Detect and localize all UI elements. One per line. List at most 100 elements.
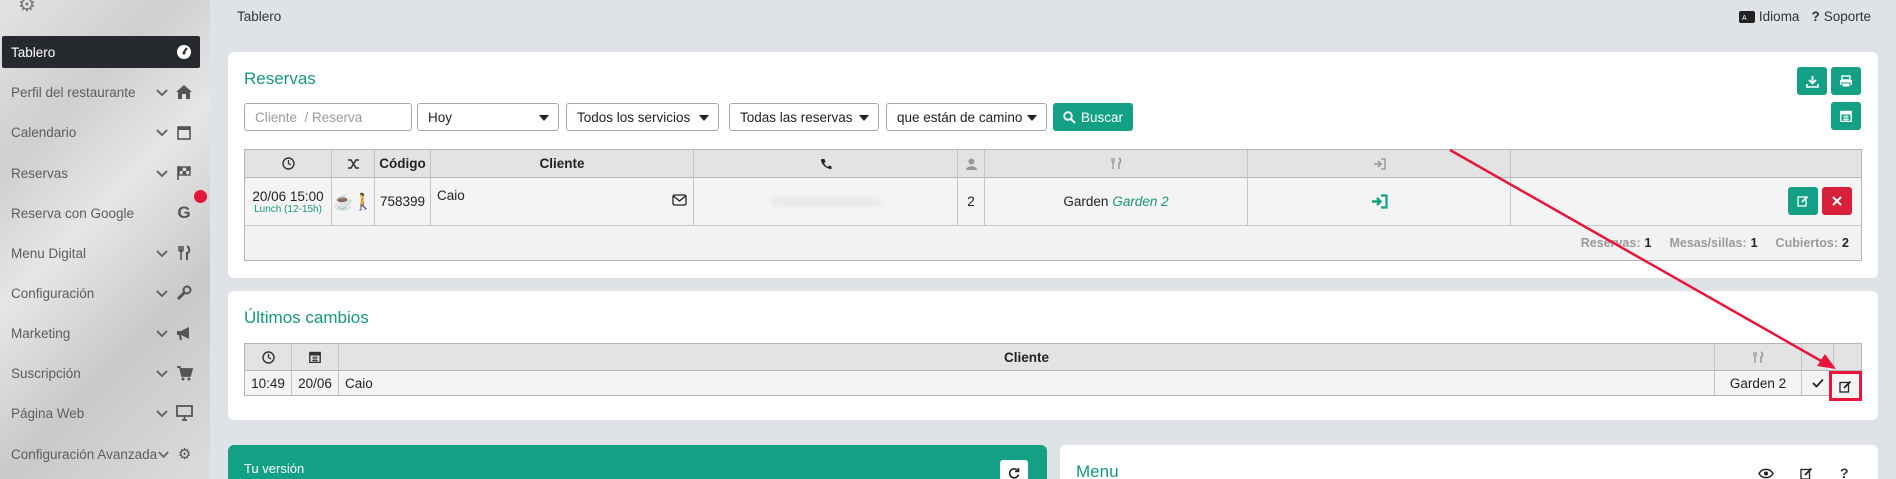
header-time — [245, 344, 292, 371]
header-table — [1715, 344, 1802, 371]
version-card: Tu versión — [228, 445, 1047, 479]
sidebar-item-label: Suscripción — [11, 365, 81, 381]
clock-icon — [261, 350, 275, 364]
date-select-value: Hoy — [428, 109, 453, 125]
summary-cubiertos-value: 2 — [1842, 236, 1849, 250]
google-icon: G — [177, 203, 191, 222]
utensils-icon — [1111, 157, 1122, 169]
language-link[interactable]: A Idioma — [1738, 9, 1800, 24]
language-label: Idioma — [1758, 9, 1800, 24]
delete-reservation-button[interactable] — [1822, 187, 1852, 215]
sidebar-item-calendario[interactable]: Calendario — [2, 116, 200, 148]
sidebar-item-label: Reserva con Google — [11, 205, 135, 221]
sidebar-item-perfil[interactable]: Perfil del restaurante — [2, 76, 200, 108]
support-label: Soporte — [1823, 9, 1871, 24]
home-icon — [175, 83, 193, 101]
edit-icon[interactable] — [1800, 467, 1813, 479]
download-button[interactable] — [1797, 67, 1827, 95]
edit-reservation-button[interactable] — [1788, 187, 1818, 215]
change-date: 20/06 — [292, 371, 339, 395]
sidebar-item-configuracion[interactable]: Configuración — [2, 277, 200, 309]
sidebar: ⚙ Tablero Perfil del restaurante Calenda… — [0, 0, 210, 479]
chevron-down-icon — [156, 129, 168, 137]
header-people — [958, 150, 985, 178]
cell-datetime: 20/06 15:00 Lunch (12-15h) — [245, 178, 332, 226]
sidebar-item-suscripcion[interactable]: Suscripción — [2, 357, 200, 389]
sidebar-item-marketing[interactable]: Marketing — [2, 317, 200, 349]
table-name: Garden — [1063, 194, 1109, 209]
cell-actions — [1511, 178, 1861, 226]
client-name: Caio — [437, 188, 465, 203]
calendar-button[interactable] — [1831, 102, 1861, 130]
download-icon — [1805, 75, 1819, 88]
header-checkin — [1248, 150, 1511, 178]
reservations-select[interactable]: Todas las reservas — [729, 103, 879, 131]
sidebar-item-reservas[interactable]: Reservas — [2, 157, 200, 189]
sidebar-item-label: Marketing — [11, 325, 71, 341]
cell-phone — [694, 178, 958, 226]
sidebar-item-label: Configuración — [11, 285, 95, 301]
reservas-title: Reservas — [244, 69, 316, 88]
reservations-select-value: Todas las reservas — [740, 109, 853, 125]
summary-cubiertos-label: Cubiertos: — [1775, 236, 1839, 250]
utensils-icon — [1753, 350, 1764, 363]
change-client: Caio — [339, 371, 1715, 395]
sidebar-item-tablero[interactable]: Tablero — [2, 36, 200, 68]
chevron-down-icon — [156, 410, 168, 418]
sidebar-item-label: Tablero — [11, 44, 56, 60]
chevron-down-icon — [156, 290, 168, 298]
check-icon — [1811, 378, 1824, 388]
language-icon: A — [1738, 10, 1755, 23]
sidebar-item-pagina-web[interactable]: Página Web — [2, 397, 200, 429]
sidebar-item-label: Perfil del restaurante — [11, 84, 136, 100]
chevron-down-icon — [156, 330, 168, 338]
notification-dot — [194, 190, 207, 203]
refresh-icon — [1008, 468, 1020, 479]
chevron-down-icon — [156, 170, 168, 178]
chevron-down-icon — [156, 250, 168, 258]
sidebar-item-menu-digital[interactable]: Menu Digital — [2, 237, 200, 269]
support-link[interactable]: ? Soporte — [1811, 9, 1871, 24]
sidebar-item-config-avanzada[interactable]: Configuración Avanzada ⚙ — [2, 438, 200, 470]
caret-down-icon — [539, 115, 549, 121]
print-button[interactable] — [1831, 67, 1861, 95]
question-icon: ? — [1811, 9, 1820, 24]
reservation-date: 20/06 15:00 — [252, 188, 324, 204]
search-icon — [1063, 110, 1076, 124]
cell-client[interactable]: Caio — [431, 178, 694, 226]
calendar-icon — [309, 351, 321, 363]
megaphone-icon — [175, 324, 193, 342]
sidebar-item-google[interactable]: Reserva con Google G — [2, 197, 200, 229]
cell-people: 2 — [958, 178, 985, 226]
gears-icon: ⚙ — [177, 446, 192, 463]
svg-text:A: A — [1742, 15, 1747, 22]
sidebar-item-label: Reservas — [11, 165, 69, 181]
checkin-icon[interactable] — [1371, 194, 1388, 209]
header-status — [1802, 344, 1834, 371]
cart-icon — [175, 364, 193, 382]
checkered-flag-icon — [175, 164, 193, 182]
services-select-value: Todos los servicios — [577, 109, 691, 125]
topbar: Tablero A Idioma ? Soporte — [210, 0, 1896, 34]
edit-change-button[interactable] — [1829, 371, 1862, 401]
desktop-icon — [175, 404, 193, 422]
refresh-button[interactable] — [1000, 460, 1028, 479]
utensils-icon — [175, 244, 193, 262]
chevron-down-icon — [156, 370, 168, 378]
user-icon — [965, 158, 977, 170]
summary-mesas-value: 1 — [1750, 236, 1758, 250]
search-button[interactable]: Buscar — [1053, 103, 1134, 131]
help-icon[interactable]: ? — [1840, 465, 1849, 479]
envelope-icon[interactable] — [672, 194, 687, 206]
services-select[interactable]: Todos los servicios — [566, 103, 719, 131]
status-select-value: que están de camino — [897, 109, 1023, 125]
dashboard-icon — [175, 43, 193, 61]
edit-icon — [1797, 195, 1809, 207]
header-phone — [694, 150, 958, 178]
status-select[interactable]: que están de camino — [886, 103, 1047, 131]
summary-reservas-label: Reservas: — [1580, 236, 1641, 250]
header-origin — [332, 150, 375, 178]
date-select[interactable]: Hoy — [417, 103, 559, 131]
search-input[interactable] — [244, 103, 412, 131]
eye-icon[interactable] — [1758, 468, 1774, 479]
